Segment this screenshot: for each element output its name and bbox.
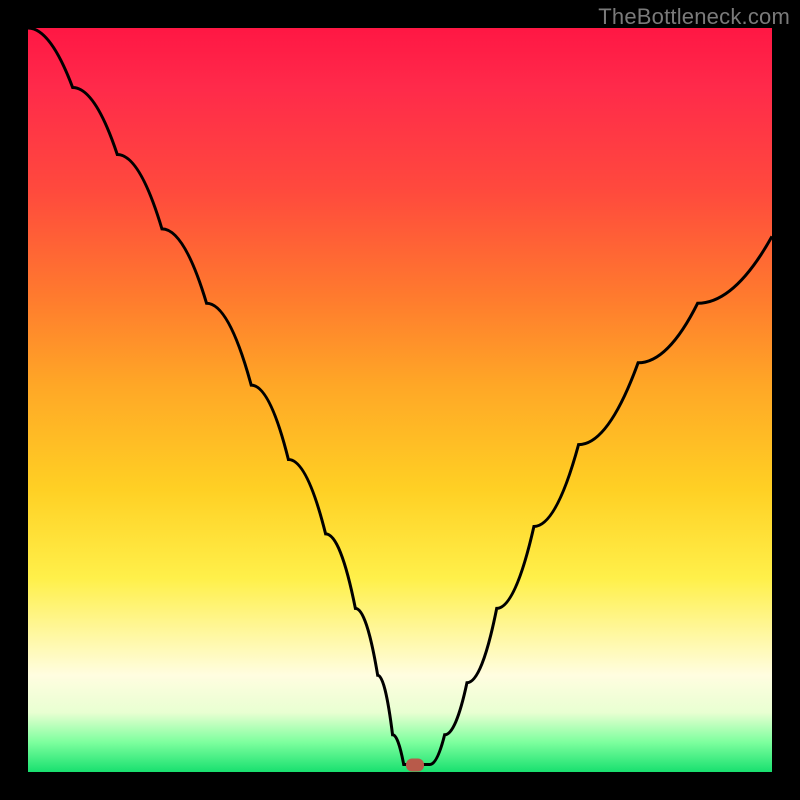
curve-path (28, 28, 772, 765)
chart-frame: TheBottleneck.com (0, 0, 800, 800)
plot-area (28, 28, 772, 772)
bottleneck-marker (406, 758, 424, 771)
watermark-label: TheBottleneck.com (598, 4, 790, 30)
bottleneck-curve (28, 28, 772, 772)
